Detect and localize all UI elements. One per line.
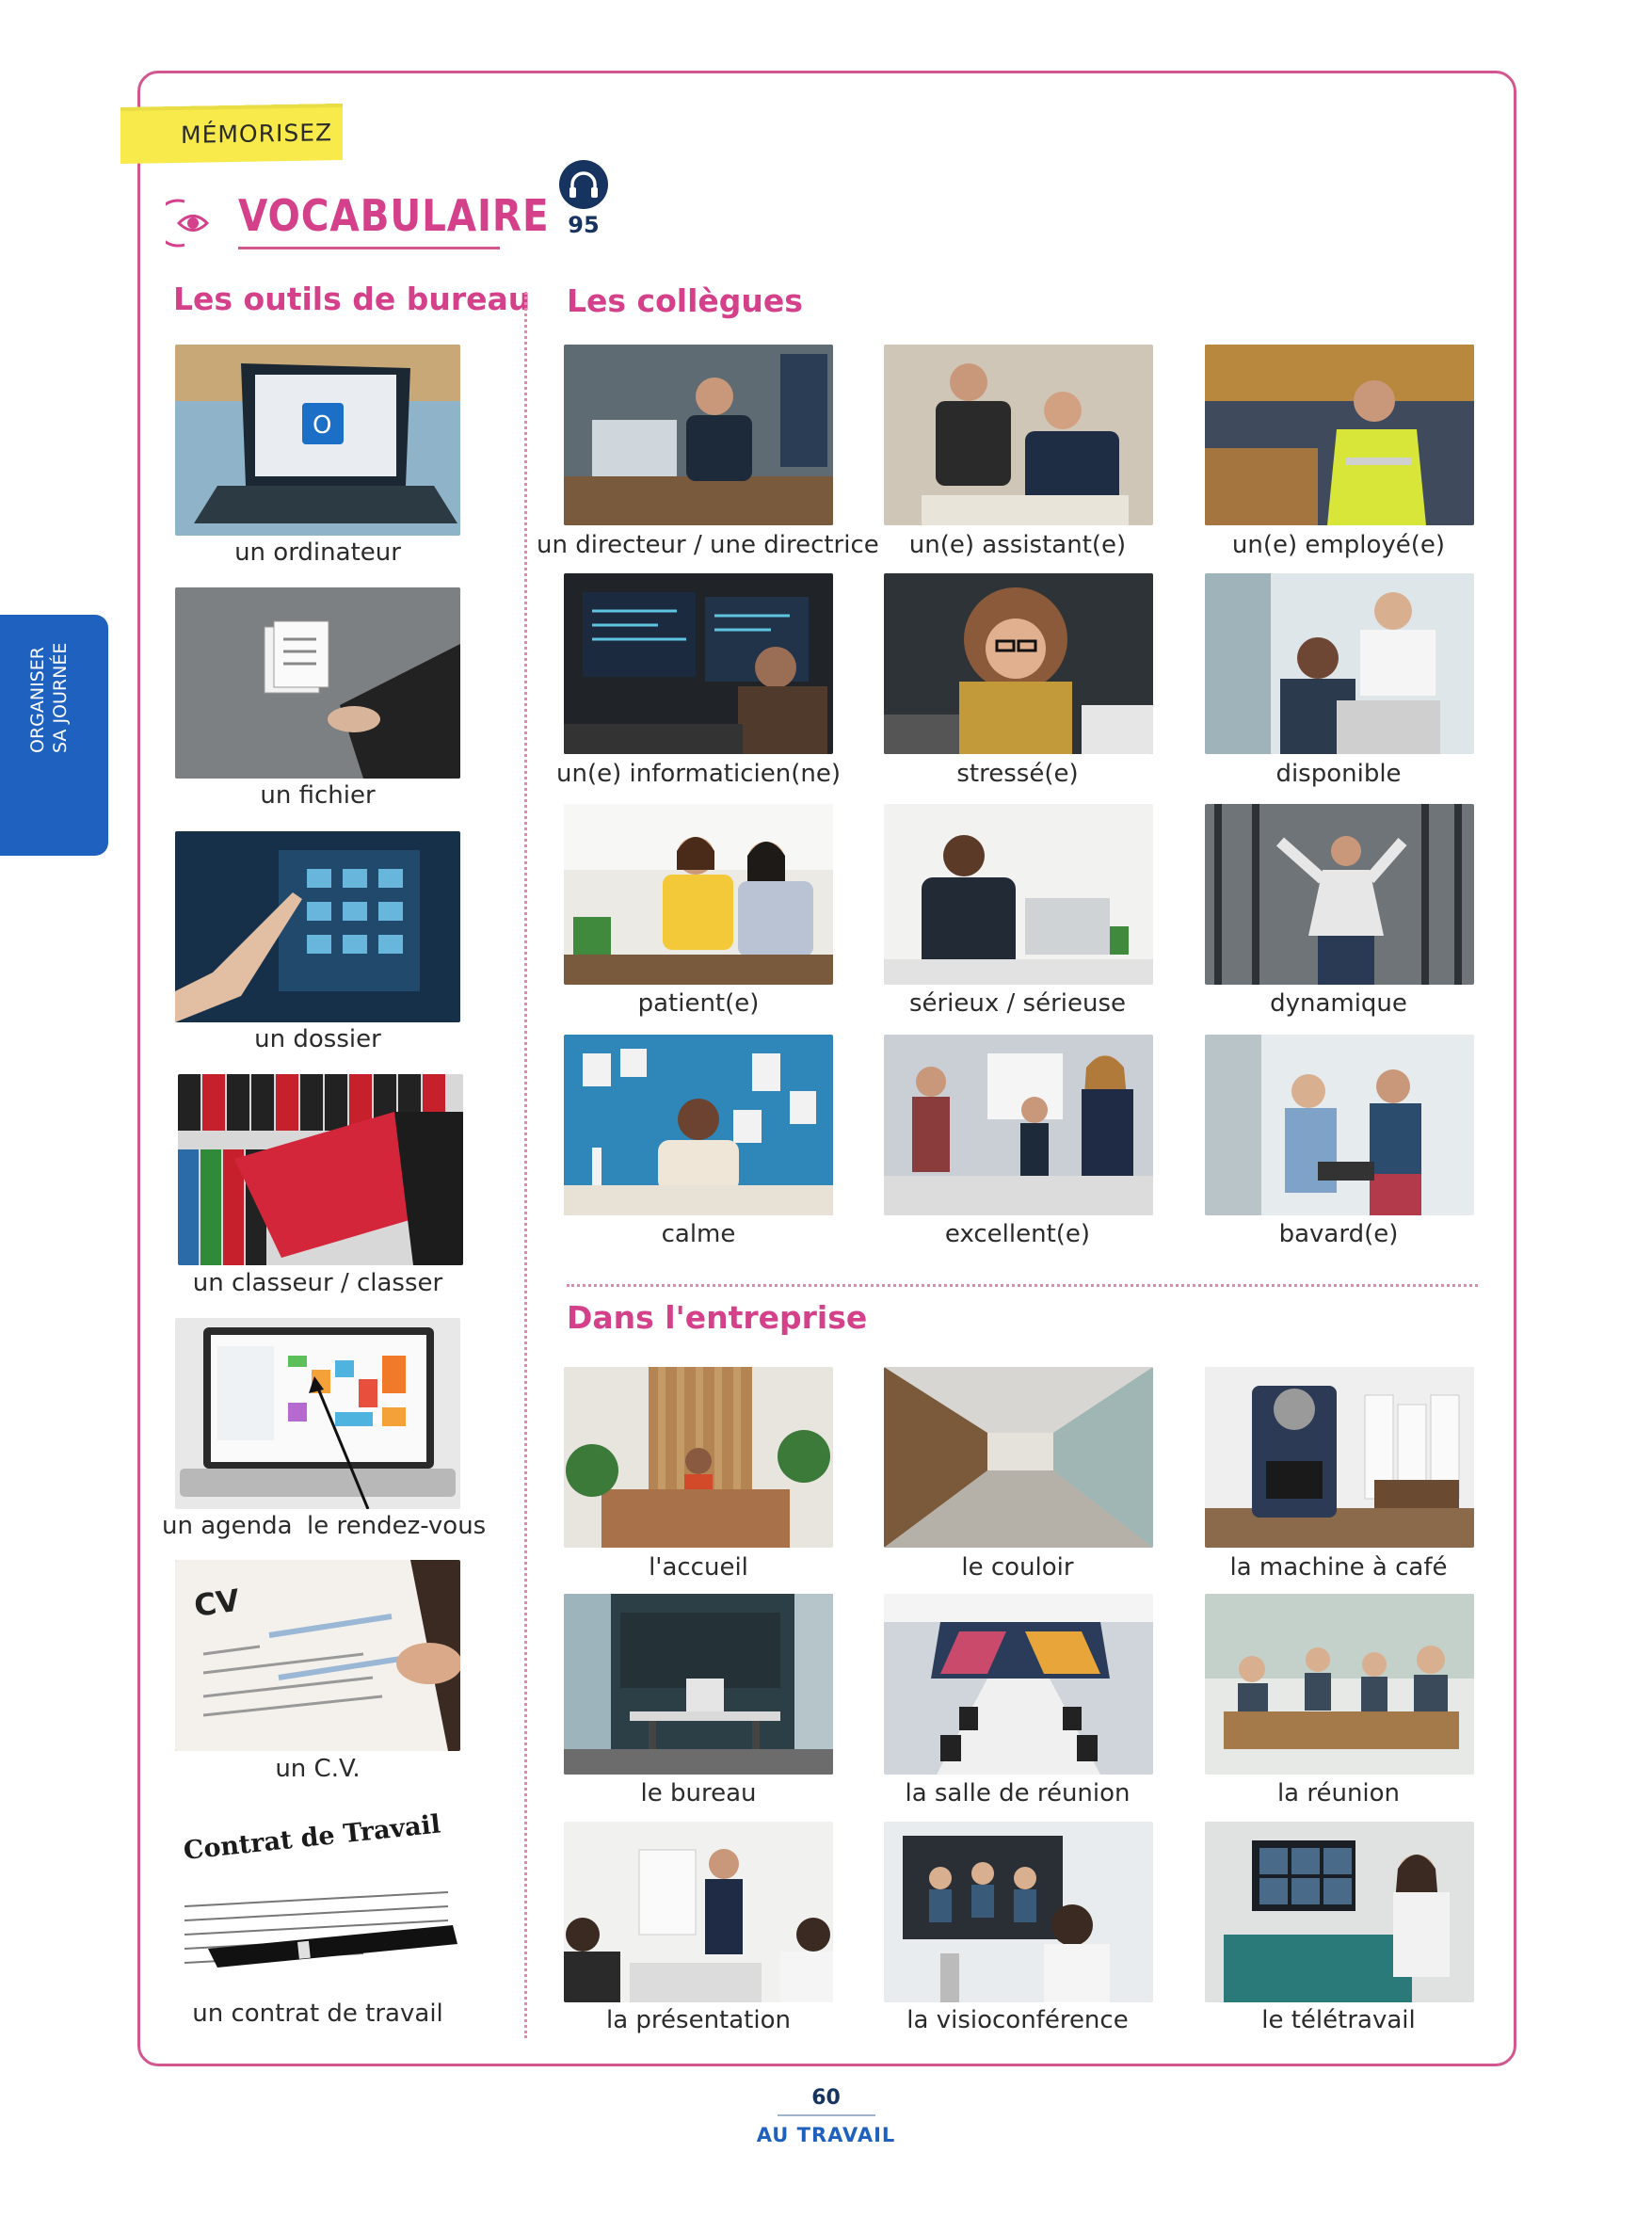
cv-photo-label: CV xyxy=(192,1582,242,1624)
caption-dossier: un dossier xyxy=(254,1025,381,1053)
caption-patient: patient(e) xyxy=(637,989,760,1018)
headphones-icon[interactable] xyxy=(559,160,608,209)
memorisez-tag: MÉMORISEZ xyxy=(120,103,343,165)
audio-track-number: 95 xyxy=(568,212,600,238)
remote-work-photo xyxy=(1205,1822,1474,2002)
caption-employe: un(e) employé(e) xyxy=(1231,531,1446,559)
caption-assistant: un(e) assistant(e) xyxy=(908,531,1127,559)
folder-photo xyxy=(175,831,460,1022)
office-photo xyxy=(564,1594,833,1775)
excellent-photo xyxy=(884,1035,1153,1215)
caption-excellent: excellent(e) xyxy=(944,1220,1091,1248)
caption-directeur: un directeur / une directrice xyxy=(537,531,879,559)
caption-visioconference: la visioconférence xyxy=(906,2006,1129,2034)
serious-photo xyxy=(884,804,1153,985)
file-photo xyxy=(175,587,460,779)
caption-dynamique: dynamique xyxy=(1270,989,1407,1018)
caption-ordinateur: un ordinateur xyxy=(234,538,401,567)
caption-informaticien: un(e) informaticien(ne) xyxy=(556,760,841,788)
section-divider xyxy=(567,1284,1478,1287)
section-title-outils: Les outils de bureau xyxy=(173,281,531,317)
column-divider xyxy=(524,292,527,2038)
patient-photo xyxy=(564,804,833,985)
videoconference-photo xyxy=(884,1822,1153,2002)
laptop-outlook-photo: O xyxy=(175,345,460,536)
calm-photo xyxy=(564,1035,833,1215)
caption-machine-cafe: la machine à café xyxy=(1229,1553,1448,1582)
it-photo xyxy=(564,573,833,754)
caption-reunion: la réunion xyxy=(1276,1779,1401,1807)
contract-photo: Contrat de Travail xyxy=(175,1803,460,1994)
caption-accueil: l'accueil xyxy=(649,1553,748,1582)
caption-teletravail: le télétravail xyxy=(1261,2006,1416,2034)
assistant-photo xyxy=(884,345,1153,525)
presentation-photo xyxy=(564,1822,833,2002)
title-underline xyxy=(238,247,500,249)
caption-contrat: un contrat de travail xyxy=(192,2000,443,2028)
caption-fichier: un fichier xyxy=(260,781,376,810)
footer-divider xyxy=(778,2114,875,2116)
memorisez-label: MÉMORISEZ xyxy=(181,119,333,149)
caption-rendez-vous: le rendez-vous xyxy=(307,1512,487,1540)
caption-calme: calme xyxy=(661,1220,736,1248)
corridor-photo xyxy=(884,1367,1153,1548)
director-photo xyxy=(564,345,833,525)
eye-icon xyxy=(166,199,210,248)
caption-disponible: disponible xyxy=(1275,760,1402,788)
chapter-title: AU TRAVAIL xyxy=(756,2124,896,2146)
section-title-entreprise: Dans l'entreprise xyxy=(567,1299,868,1336)
meeting-photo xyxy=(1205,1594,1474,1775)
available-photo xyxy=(1205,573,1474,754)
caption-agenda: un agenda xyxy=(162,1512,293,1540)
caption-cv: un C.V. xyxy=(275,1755,361,1783)
employee-photo xyxy=(1205,345,1474,525)
calendar-photo xyxy=(175,1318,460,1509)
caption-couloir: le couloir xyxy=(961,1553,1074,1582)
page-title: VOCABULAIRE xyxy=(238,190,550,241)
caption-serieux: sérieux / sérieuse xyxy=(908,989,1127,1018)
caption-classeur: un classeur / classer xyxy=(192,1269,443,1297)
caption-presentation: la présentation xyxy=(606,2006,791,2034)
caption-salle-reunion: la salle de réunion xyxy=(905,1779,1131,1807)
coffee-machine-photo xyxy=(1205,1367,1474,1548)
chatty-photo xyxy=(1205,1035,1474,1215)
binder-photo xyxy=(178,1074,463,1265)
page-number: 60 xyxy=(811,2086,841,2110)
caption-bureau: le bureau xyxy=(640,1779,757,1807)
section-title-collegues: Les collègues xyxy=(567,282,803,319)
caption-stresse: stressé(e) xyxy=(956,760,1079,788)
cv-photo: CV xyxy=(175,1560,460,1751)
dynamic-photo xyxy=(1205,804,1474,985)
svg-text:O: O xyxy=(313,411,331,440)
side-tab-label: ORGANISER SA JOURNÉE xyxy=(27,642,71,753)
meeting-room-photo xyxy=(884,1594,1153,1775)
caption-bavard: bavard(e) xyxy=(1278,1220,1399,1248)
stressed-photo xyxy=(884,573,1153,754)
reception-photo xyxy=(564,1367,833,1548)
